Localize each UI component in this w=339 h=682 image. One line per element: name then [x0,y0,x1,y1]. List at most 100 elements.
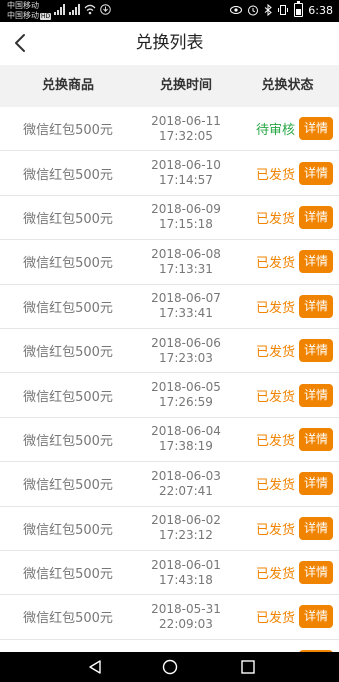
status-cell: 已发货详情 [236,516,339,540]
status-cell: 已发货详情 [236,472,339,496]
table-row: 微信红包500元 2018-06-02 17:23:12 已发货 详情 [0,506,339,551]
exchange-time: 2018-06-08 17:13:31 [136,247,236,277]
exchange-clock: 17:15:18 [159,217,213,232]
exchange-clock: 17:23:03 [159,350,213,365]
exchange-list[interactable]: 微信红包500元 2018-06-11 17:32:05 待审核 详情 微信红包500元 2… [0,107,339,652]
status-cell: 已发货详情 [236,561,339,585]
battery-icon [294,1,304,17]
status-cell: 已发货详情 [236,250,339,274]
exchange-date: 2018-06-08 [151,246,221,261]
detail-button[interactable]: 详情 [299,383,333,407]
status-cell: 已发货详情 [236,383,339,407]
bluetooth-icon [264,4,273,16]
detail-button[interactable]: 详情 [299,294,333,318]
detail-button[interactable]: 详情 [299,427,333,451]
back-arrow-icon[interactable] [10,32,32,54]
status-badge: 已发货 [255,478,295,494]
exchange-time: 2018-06-06 17:23:03 [136,336,236,366]
column-header-time: 兑换时间 [159,78,212,93]
column-header-status: 兑换状态 [261,78,314,93]
exchange-time: 2018-06-10 17:14:57 [136,158,236,188]
status-cell: 已发货详情 [236,339,339,363]
detail-button[interactable]: 详情 [299,117,333,141]
exchange-date: 2018-06-09 [151,202,221,217]
square-recent-icon[interactable] [240,659,256,675]
exchange-date: 2018-06-07 [151,291,221,306]
status-right: 6:38 [230,1,333,17]
status-badge: 已发货 [255,567,295,583]
triangle-back-icon[interactable] [87,659,103,675]
wifi-icon [84,4,96,15]
exchange-clock: 17:38:19 [159,439,213,454]
table-row: 微信红包500元 2018-06-06 17:23:03 已发货 详情 [0,328,339,374]
hd-badge: HD [40,13,52,20]
goods-name: 微信红包500元 [23,433,113,449]
detail-button[interactable]: 详情 [299,205,333,229]
status-badge: 已发货 [255,256,295,272]
status-badge: 已发货 [255,167,295,183]
exchange-date: 2018-06-03 [151,468,221,483]
exchange-clock: 17:26:59 [159,395,213,410]
exchange-clock: 17:13:31 [159,261,213,276]
exchange-time: 2018-06-01 17:43:18 [136,558,236,588]
page-title: 兑换列表 [135,33,204,53]
clock: 6:38 [308,3,333,17]
exchange-clock: 17:32:05 [159,128,213,143]
detail-button[interactable]: 详情 [299,561,333,585]
signal-icons [54,4,111,15]
goods-name: 微信红包500元 [23,567,113,583]
exchange-clock: 17:43:18 [159,572,213,587]
detail-button[interactable]: 详情 [299,605,333,629]
goods-name: 微信红包500元 [23,300,113,316]
goods-name: 微信红包500元 [23,167,113,183]
table-row: 微信红包500元 2018-06-04 17:38:19 已发货 详情 [0,417,339,463]
exchange-time: 2018-05-31 22:09:03 [136,602,236,632]
exchange-time: 2018-06-09 17:15:18 [136,202,236,232]
exchange-date: 2018-06-01 [151,557,221,572]
goods-name: 微信红包500元 [23,345,113,361]
status-cell: 已发货详情 [236,161,339,185]
download-icon [100,4,111,15]
status-cell: 已发货详情 [236,294,339,318]
detail-button[interactable]: 详情 [299,161,333,185]
vibrate-icon [278,5,289,15]
exchange-time: 2018-06-04 17:38:19 [136,424,236,454]
circle-home-icon[interactable] [162,659,178,675]
alarm-icon [248,5,259,16]
signal-icon-2 [69,4,80,15]
exchange-clock: 17:23:12 [159,528,213,543]
status-badge: 已发货 [255,345,295,361]
detail-button[interactable]: 详情 [299,339,333,363]
detail-button[interactable]: 详情 [299,250,333,274]
goods-name: 微信红包500元 [23,123,113,139]
column-header-goods: 兑换商品 [41,78,94,93]
table-row: 微信红包500元2018-05-30已发货详情 [0,639,339,652]
exchange-clock: 17:14:57 [159,173,213,188]
table-row: 微信红包500元 2018-06-08 17:13:31 已发货 详情 [0,240,339,285]
exchange-date: 2018-06-04 [151,424,221,439]
exchange-date: 2018-05-31 [151,601,221,616]
detail-button[interactable]: 详情 [299,516,333,540]
status-cell: 待审核 详情 [236,117,339,141]
exchange-date: 2018-06-11 [151,113,221,128]
exchange-time: 2018-06-03 22:07:41 [136,469,236,499]
table-row: 微信红包500元 2018-06-05 17:26:59 已发货 详情 [0,373,339,418]
table-header: 兑换商品 兑换时间 兑换状态 [0,65,339,107]
exchange-time: 2018-06-05 17:26:59 [136,380,236,410]
status-badge: 已发货 [255,211,295,227]
exchange-time: 2018-06-11 17:32:05 [136,114,236,144]
app-header: 兑换列表 [0,22,339,65]
table-row: 微信红包500元 2018-06-11 17:32:05 待审核 详情 [0,107,339,152]
exchange-date: 2018-06-05 [151,380,221,395]
status-bar: 中国移动 中国移动 HD 6:38 [0,0,339,22]
detail-button[interactable]: 详情 [299,472,333,496]
exchange-date: 2018-06-06 [151,335,221,350]
eye-icon [230,6,243,14]
exchange-time: 2018-06-07 17:33:41 [136,291,236,321]
table-row: 微信红包500元 2018-05-31 22:09:03 已发货 详情 [0,595,339,640]
carrier-label-1: 中国移动 [7,1,39,10]
exchange-date: 2018-06-02 [151,513,221,528]
goods-name: 微信红包500元 [23,478,113,494]
status-badge: 已发货 [255,300,295,316]
carrier-label-2-text: 中国移动 [7,11,39,20]
